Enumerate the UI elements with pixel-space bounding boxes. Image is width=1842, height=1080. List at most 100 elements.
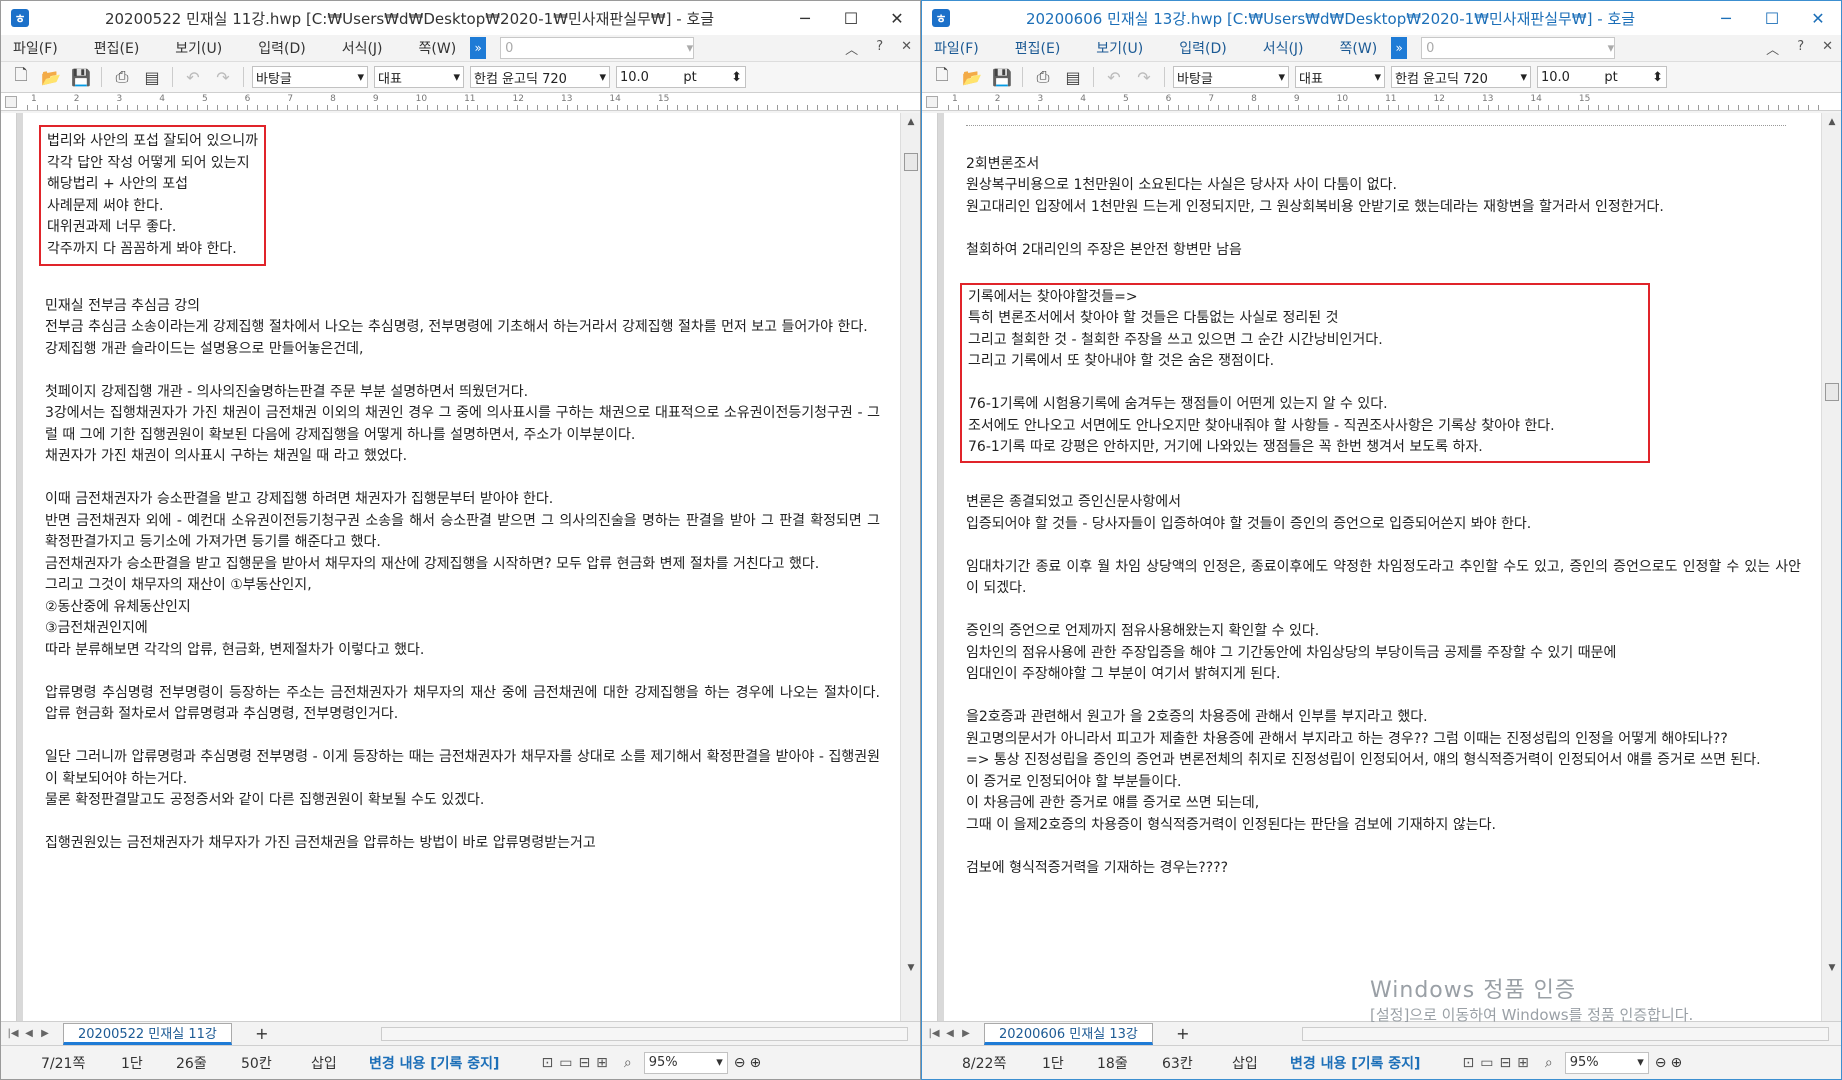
document-page[interactable]: 법리와 사안의 포섭 잘되어 있으니까 각각 답안 작성 어떻게 되어 있는지 해당… — [23, 113, 900, 1021]
search-combo[interactable]: 0 ▾ — [500, 37, 695, 59]
horizontal-ruler[interactable]: 1 2 3 4 5 6 7 8 9 10 11 12 13 14 15 — [1, 93, 920, 111]
zoom-in-icon[interactable]: ⊕ — [749, 1055, 761, 1071]
add-tab-icon[interactable]: + — [1163, 1024, 1203, 1043]
new-document-icon[interactable]: 🗋 — [9, 65, 33, 88]
zoom-combo[interactable]: 95% ▾ — [1564, 1051, 1649, 1074]
redo-icon[interactable]: ↷ — [211, 66, 235, 88]
zoom-combo[interactable]: 95% ▾ — [643, 1051, 728, 1074]
print-icon[interactable]: ⎙ — [110, 66, 134, 88]
tab-first-icon[interactable]: |◀ — [5, 1028, 21, 1039]
minimize-icon[interactable]: ─ — [782, 1, 828, 35]
help-icon[interactable]: ? — [876, 39, 883, 58]
menu-format[interactable]: 서식(J) — [342, 38, 383, 58]
language-combo[interactable]: 대표 ▾ — [374, 66, 464, 88]
menu-file[interactable]: 파일(F) — [13, 38, 58, 58]
minimize-icon[interactable]: ─ — [1703, 1, 1749, 35]
magnifier-icon[interactable]: ⌕ — [624, 1055, 632, 1071]
menu-edit[interactable]: 편집(E) — [1015, 38, 1061, 58]
font-combo[interactable]: 한컴 윤고딕 720 ▾ — [470, 66, 610, 88]
add-tab-icon[interactable]: + — [242, 1024, 282, 1043]
hwp-app-icon[interactable]: ㅎ — [932, 9, 950, 27]
zoom-out-icon[interactable]: ⊖ — [1655, 1055, 1667, 1071]
vertical-ruler[interactable] — [922, 113, 938, 1021]
style-combo[interactable]: 바탕글 ▾ — [1173, 66, 1289, 88]
hwp-app-icon[interactable]: ㅎ — [11, 9, 29, 27]
tab-prev-icon[interactable]: ◀ — [21, 1028, 37, 1039]
view-multi-icon[interactable]: ⊞ — [1517, 1055, 1529, 1071]
menu-page[interactable]: 쪽(W) — [419, 38, 457, 58]
vertical-scrollbar[interactable]: ▲ ▼ — [1821, 113, 1841, 1021]
tab-first-icon[interactable]: |◀ — [926, 1028, 942, 1039]
ribbon-collapse-icon[interactable]: ︿ — [1766, 39, 1779, 58]
font-size-combo[interactable]: 10.0 pt ⬍ — [1537, 66, 1667, 88]
vertical-scrollbar[interactable]: ▲ ▼ — [900, 113, 920, 1021]
status-track-changes[interactable]: 변경 내용 [기록 중지] — [1290, 1053, 1432, 1073]
horizontal-scrollbar[interactable] — [1302, 1026, 1829, 1041]
scrollbar-thumb[interactable] — [904, 153, 918, 171]
view-fit-icon[interactable]: ⊟ — [578, 1055, 590, 1071]
menu-view[interactable]: 보기(U) — [175, 38, 222, 58]
horizontal-scrollbar[interactable] — [381, 1026, 908, 1041]
scroll-down-icon[interactable]: ▼ — [1822, 959, 1841, 977]
print-icon[interactable]: ⎙ — [1031, 66, 1055, 88]
open-folder-icon[interactable]: 📂 — [39, 66, 63, 88]
scroll-up-icon[interactable]: ▲ — [1822, 113, 1841, 131]
document-page[interactable]: 2회변론조서 원상복구비용으로 1천만원이 소요된다는 사실은 당사자 사이 다툼… — [944, 113, 1821, 1021]
scroll-down-icon[interactable]: ▼ — [901, 959, 920, 977]
maximize-icon[interactable]: ☐ — [1749, 1, 1795, 35]
save-icon[interactable]: 💾 — [990, 66, 1014, 88]
preview-icon[interactable]: ▤ — [140, 66, 164, 88]
status-track-changes[interactable]: 변경 내용 [기록 중지] — [369, 1053, 511, 1073]
close-doc-icon[interactable]: ✕ — [901, 39, 912, 58]
menu-view[interactable]: 보기(U) — [1096, 38, 1143, 58]
maximize-icon[interactable]: ☐ — [828, 1, 874, 35]
menu-expand-icon[interactable]: » — [470, 37, 487, 59]
tab-next-icon[interactable]: ▶ — [958, 1028, 974, 1039]
save-icon[interactable]: 💾 — [69, 66, 93, 88]
scrollbar-thumb[interactable] — [1825, 383, 1839, 401]
open-folder-icon[interactable]: 📂 — [960, 66, 984, 88]
scroll-up-icon[interactable]: ▲ — [901, 113, 920, 131]
font-size-combo[interactable]: 10.0 pt ⬍ — [616, 66, 746, 88]
zoom-in-icon[interactable]: ⊕ — [1670, 1055, 1682, 1071]
status-insert-mode[interactable]: 삽입 — [1232, 1053, 1290, 1073]
view-multi-icon[interactable]: ⊞ — [596, 1055, 608, 1071]
menu-insert[interactable]: 입력(D) — [1179, 38, 1226, 58]
horizontal-ruler[interactable]: 1 2 3 4 5 6 7 8 9 10 11 12 13 14 15 — [922, 93, 1841, 111]
menu-page[interactable]: 쪽(W) — [1340, 38, 1378, 58]
redo-icon[interactable]: ↷ — [1132, 66, 1156, 88]
close-icon[interactable]: ✕ — [874, 1, 920, 35]
magnifier-icon[interactable]: ⌕ — [1545, 1055, 1553, 1071]
zoom-out-icon[interactable]: ⊖ — [734, 1055, 746, 1071]
menu-expand-icon[interactable]: » — [1391, 37, 1408, 59]
view-page-icon[interactable]: ▭ — [559, 1055, 572, 1071]
tab-document[interactable]: 20200522 민재실 11강 — [63, 1022, 232, 1045]
close-icon[interactable]: ✕ — [1795, 1, 1841, 35]
style-combo[interactable]: 바탕글 ▾ — [252, 66, 368, 88]
menu-insert[interactable]: 입력(D) — [258, 38, 305, 58]
ribbon-collapse-icon[interactable]: ︿ — [845, 39, 858, 58]
view-page-icon[interactable]: ▭ — [1480, 1055, 1493, 1071]
close-doc-icon[interactable]: ✕ — [1822, 39, 1833, 58]
search-combo[interactable]: 0 ▾ — [1421, 37, 1616, 59]
menu-format[interactable]: 서식(J) — [1263, 38, 1304, 58]
view-fit-icon[interactable]: ⊟ — [1499, 1055, 1511, 1071]
tab-next-icon[interactable]: ▶ — [37, 1028, 53, 1039]
tab-document[interactable]: 20200606 민재실 13강 — [984, 1022, 1153, 1045]
vertical-ruler[interactable] — [1, 113, 17, 1021]
undo-icon[interactable]: ↶ — [181, 66, 205, 88]
view-normal-icon[interactable]: ⊡ — [1462, 1055, 1474, 1071]
help-icon[interactable]: ? — [1797, 39, 1804, 58]
stepper-icon[interactable]: ⬍ — [731, 70, 742, 85]
menu-file[interactable]: 파일(F) — [934, 38, 979, 58]
tab-prev-icon[interactable]: ◀ — [942, 1028, 958, 1039]
font-combo[interactable]: 한컴 윤고딕 720 ▾ — [1391, 66, 1531, 88]
stepper-icon[interactable]: ⬍ — [1652, 70, 1663, 85]
status-insert-mode[interactable]: 삽입 — [311, 1053, 369, 1073]
menu-edit[interactable]: 편집(E) — [94, 38, 140, 58]
undo-icon[interactable]: ↶ — [1102, 66, 1126, 88]
preview-icon[interactable]: ▤ — [1061, 66, 1085, 88]
new-document-icon[interactable]: 🗋 — [930, 65, 954, 88]
view-normal-icon[interactable]: ⊡ — [541, 1055, 553, 1071]
language-combo[interactable]: 대표 ▾ — [1295, 66, 1385, 88]
